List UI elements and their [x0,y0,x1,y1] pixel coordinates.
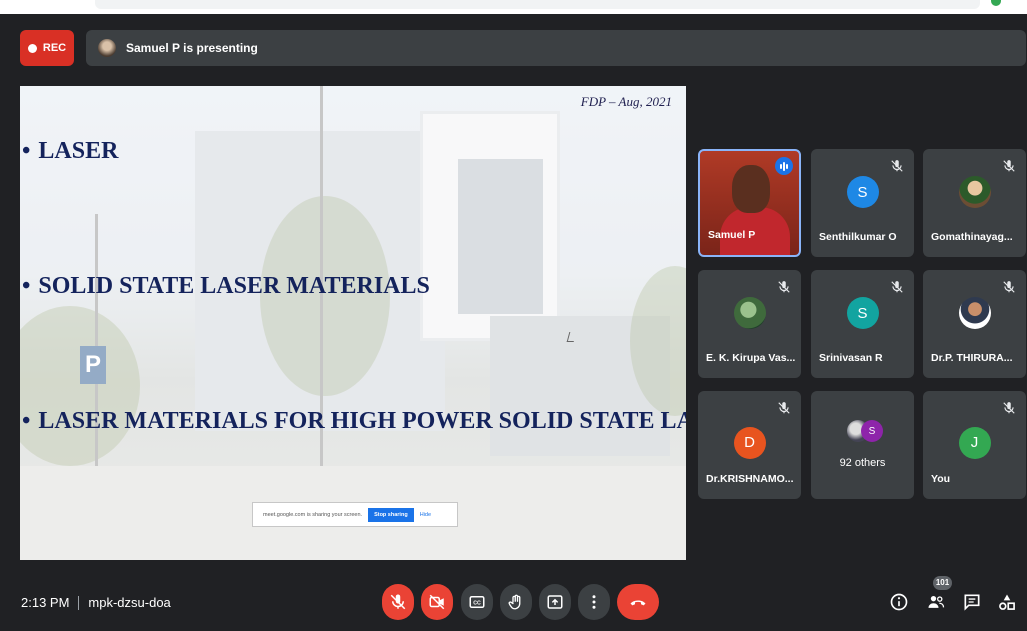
svg-text:CC: CC [473,601,481,607]
presenter-avatar [98,39,116,57]
participant-avatar [733,297,766,330]
meeting-code[interactable]: mpk-dzsu-doa [88,595,170,610]
recording-badge[interactable]: REC [20,30,74,66]
camera-toggle-button[interactable] [421,584,453,620]
people-icon [928,596,945,608]
closed-captions-icon: CC [469,596,485,608]
participant-name: Srinivasan R [819,352,883,364]
mic-off-icon [1003,160,1015,172]
mic-off-icon [1003,402,1015,414]
participant-tile-samuel[interactable]: Samuel P [698,149,801,257]
speaking-indicator-icon [775,157,793,175]
screen-share-notice: meet.google.com is sharing your screen. … [252,502,458,527]
participant-video [732,165,770,213]
meeting-info: 2:13 PM mpk-dzsu-doa [21,595,171,610]
participant-name: Senthilkumar O [819,231,897,243]
people-button[interactable] [924,590,948,614]
participant-avatar: S [846,176,879,209]
participant-name: Samuel P [708,229,756,241]
present-icon [547,595,563,609]
info-icon [890,593,908,611]
stop-sharing-button[interactable]: Stop sharing [368,507,414,522]
record-dot-icon [27,43,37,53]
browser-top-strip [0,0,1027,14]
share-notice-text: meet.google.com is sharing your screen. [263,511,363,518]
meeting-details-button[interactable] [887,590,911,614]
divider [78,595,80,610]
address-area [95,0,980,9]
camera-off-icon [429,594,445,610]
hang-up-icon [630,600,646,606]
people-count-badge: 101 [933,576,952,590]
chat-icon [964,594,980,611]
mic-off-icon [1003,281,1015,293]
participant-avatar: D [733,426,766,459]
participant-name: Dr.P. THIRURA... [931,352,1013,364]
participant-tile-self[interactable]: J You [923,391,1026,499]
mic-off-icon [891,281,903,293]
hide-button[interactable]: Hide [420,512,431,518]
slide-bullet: • LASER [22,138,119,164]
participant-avatar: J [958,426,991,459]
presenter-bar: Samuel P is presenting [86,30,1026,66]
meeting-control-bar: 2:13 PM mpk-dzsu-doa CC [0,580,1027,631]
raise-hand-button[interactable] [500,584,532,620]
mic-off-icon [778,402,790,414]
clock-time: 2:13 PM [21,595,70,610]
more-options-button[interactable] [578,584,610,620]
participant-avatar: S [846,297,879,330]
captions-button[interactable]: CC [461,584,493,620]
participant-avatar [958,297,991,330]
participant-name: You [931,473,951,485]
participant-avatar [958,176,991,209]
activities-icon [999,594,1015,610]
more-vert-icon [592,595,596,609]
mic-off-icon [778,281,790,293]
leave-call-button[interactable] [617,584,659,620]
present-screen-button[interactable] [539,584,571,620]
participant-tile[interactable]: S Srinivasan R [811,270,914,378]
participant-name: E. K. Kirupa Vas... [706,352,796,364]
participant-tile-others[interactable]: S 92 others [811,391,914,499]
others-count-label: 92 others [839,457,886,469]
chat-button[interactable] [960,590,984,614]
others-avatar-stack: S [847,420,883,442]
hand-icon [508,594,521,610]
presenter-text: Samuel P is presenting [126,41,258,55]
mic-off-icon [390,594,406,610]
microphone-toggle-button[interactable] [382,584,414,620]
participant-tile[interactable]: D Dr.KRISHNAMO... [698,391,801,499]
shared-screen-slide: P FDP – Aug, 2021 • LASER • SOLID STATE LA… [20,86,686,560]
slide-bullet: • LASER MATERIALS FOR HIGH POWER SOLID ST… [22,408,686,434]
participant-tile[interactable]: Gomathinayag... [923,149,1026,257]
participant-name: Gomathinayag... [931,231,1013,243]
recording-label: REC [42,42,67,54]
participant-tile[interactable]: E. K. Kirupa Vas... [698,270,801,378]
slide-header: FDP – Aug, 2021 [580,94,672,109]
slide-bullet: • SOLID STATE LASER MATERIALS [22,273,430,299]
participant-name: Dr.KRISHNAMO... [706,473,794,485]
status-indicator [991,0,1001,6]
activities-button[interactable] [995,590,1019,614]
mic-off-icon [891,160,903,172]
participant-tile[interactable]: Dr.P. THIRURA... [923,270,1026,378]
participant-tile[interactable]: S Senthilkumar O [811,149,914,257]
